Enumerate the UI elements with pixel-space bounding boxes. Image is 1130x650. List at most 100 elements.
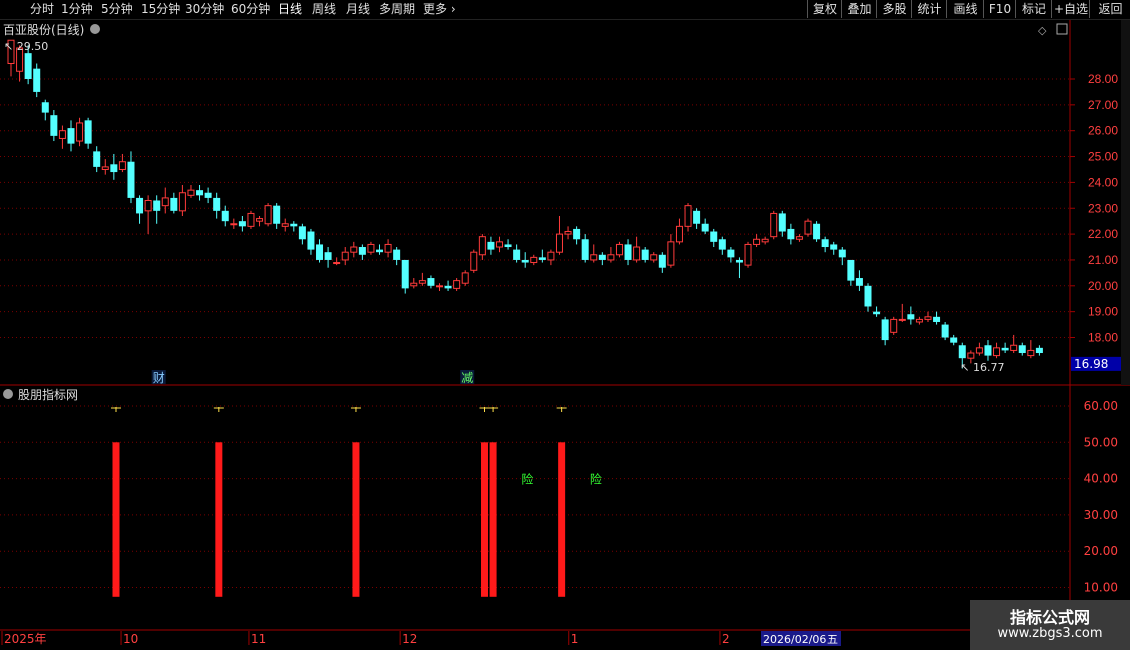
candle-body-up (667, 241, 675, 266)
candle-body-up (753, 238, 761, 245)
candle-body-up (230, 223, 238, 226)
candle-body-down (787, 228, 795, 240)
candle-body-up (367, 243, 375, 253)
candle-body-up (453, 280, 461, 289)
indicator-tick-label: 50.00 (1084, 435, 1118, 449)
candle-body-up (924, 316, 932, 320)
candle-body-up (975, 347, 983, 354)
candle-body-down (735, 259, 743, 263)
candle-body-down (324, 252, 332, 260)
watermark: 指标公式网 www.zbgs3.com (970, 600, 1130, 650)
period-tab[interactable]: 60分钟 (231, 1, 270, 17)
candle-body-up (1010, 344, 1018, 351)
chart-title: 百亚股份(日线) (3, 23, 84, 37)
time-axis-label: 11 (251, 632, 266, 646)
candle-body-up (76, 122, 84, 142)
toolbar-button[interactable]: 叠加 (841, 0, 877, 18)
event-tag: 财 (153, 371, 165, 385)
candle-body-down (273, 205, 281, 224)
toolbar-button[interactable]: 统计 (911, 0, 947, 18)
candle-body-up (1027, 349, 1035, 357)
candle-body-up (590, 254, 598, 261)
period-tab[interactable]: 更多 › (423, 1, 456, 17)
candle-body-down (50, 115, 58, 136)
toolbar-button[interactable]: +自选 (1051, 0, 1090, 18)
price-tick-label: 19.00 (1088, 305, 1118, 319)
candle-body-up (650, 254, 658, 261)
period-tab[interactable]: 30分钟 (185, 1, 224, 17)
period-tab[interactable]: 分时 (30, 1, 54, 17)
right-scroll-strip (1121, 20, 1130, 385)
candle-body-down (950, 337, 958, 343)
stock-chart: 18.00 19.00 20.00 21.00 22.00 23.00 24.00 25.00… (0, 20, 1130, 646)
period-tab[interactable]: 月线 (346, 1, 370, 17)
candle-body-up (281, 223, 289, 227)
indicator-tick-label: 30.00 (1084, 508, 1118, 522)
candle-body-down (813, 223, 821, 240)
candle-body-down (24, 53, 32, 79)
candle-body-up (770, 212, 778, 238)
candle-body-down (693, 210, 701, 224)
toolbar-button[interactable]: 画线 (946, 0, 984, 18)
candle-body-up (675, 225, 683, 243)
candle-body-up (341, 251, 349, 261)
candle-body-down (727, 249, 735, 258)
price-tick-label: 25.00 (1088, 150, 1118, 164)
toolbar-button[interactable]: 多股 (876, 0, 912, 18)
period-tab[interactable]: 周线 (312, 1, 336, 17)
candle-body-down (598, 254, 606, 260)
price-tick-label: 23.00 (1088, 201, 1118, 215)
candle-body-down (701, 223, 709, 232)
candle-body-down (1035, 347, 1043, 354)
toolbar-button[interactable]: 标记 (1015, 0, 1052, 18)
candle-body-up (547, 251, 555, 261)
candle-body-down (838, 249, 846, 258)
low-price-marker: ↖ 16.77 (960, 361, 1004, 374)
period-tab[interactable]: 5分钟 (101, 1, 133, 17)
candle-body-down (41, 102, 49, 113)
price-tick-label: 27.00 (1088, 98, 1118, 112)
candle-body-down (1001, 347, 1009, 351)
candle-body-down (958, 345, 966, 359)
candle-body-up (264, 205, 272, 225)
period-tab[interactable]: 多周期 (379, 1, 415, 17)
candle-body-down (718, 239, 726, 250)
candle-body-up (993, 347, 1001, 357)
candle-body-up (436, 285, 443, 288)
candle-body-down (855, 278, 863, 286)
time-axis-label: 1 (571, 632, 579, 646)
diamond-icon: ◇ (1038, 24, 1047, 37)
candle-body-down (358, 247, 366, 255)
risk-label: 险 (521, 472, 533, 487)
indicator-title: 股朋指标网 (18, 387, 78, 402)
candle-body-down (504, 244, 512, 248)
candle-body-up (187, 189, 195, 196)
candle-body-up (384, 243, 392, 253)
toolbar: 分时 1分钟 5分钟 15分钟 30分钟 60分钟 日线 周线 月线 多周期 更多 › 复权 叠加 多股统… (0, 0, 1130, 20)
candle-body-down (573, 228, 581, 240)
period-tab[interactable]: 15分钟 (141, 1, 180, 17)
indicator-tick-label: 10.00 (1084, 581, 1118, 595)
candle-body-down (136, 197, 144, 214)
candle-body-down (873, 311, 881, 315)
candle-body-down (881, 319, 889, 341)
price-tick-label: 22.00 (1088, 227, 1118, 241)
candle-body-down (778, 213, 786, 232)
candle-body-up (418, 280, 426, 284)
time-axis-label: 2025年 (4, 632, 47, 646)
price-tick-label: 18.00 (1088, 331, 1118, 345)
candle-body-down (864, 285, 872, 307)
candle-body-down (33, 68, 41, 92)
period-tab[interactable]: 日线 (278, 1, 302, 17)
candle-body-up (761, 238, 769, 243)
time-axis-label: 2 (722, 632, 730, 646)
candle-body-down (307, 231, 315, 250)
toolbar-button[interactable]: 返回 (1089, 0, 1130, 18)
candle-body-down (298, 226, 306, 240)
candle-body-up (144, 199, 152, 212)
toolbar-button[interactable]: 复权 (807, 0, 842, 18)
watermark-title: 指标公式网 (1009, 608, 1090, 627)
period-tab[interactable]: 1分钟 (61, 1, 93, 17)
toolbar-button[interactable]: F10 (983, 0, 1016, 18)
signal-bar (489, 442, 497, 597)
